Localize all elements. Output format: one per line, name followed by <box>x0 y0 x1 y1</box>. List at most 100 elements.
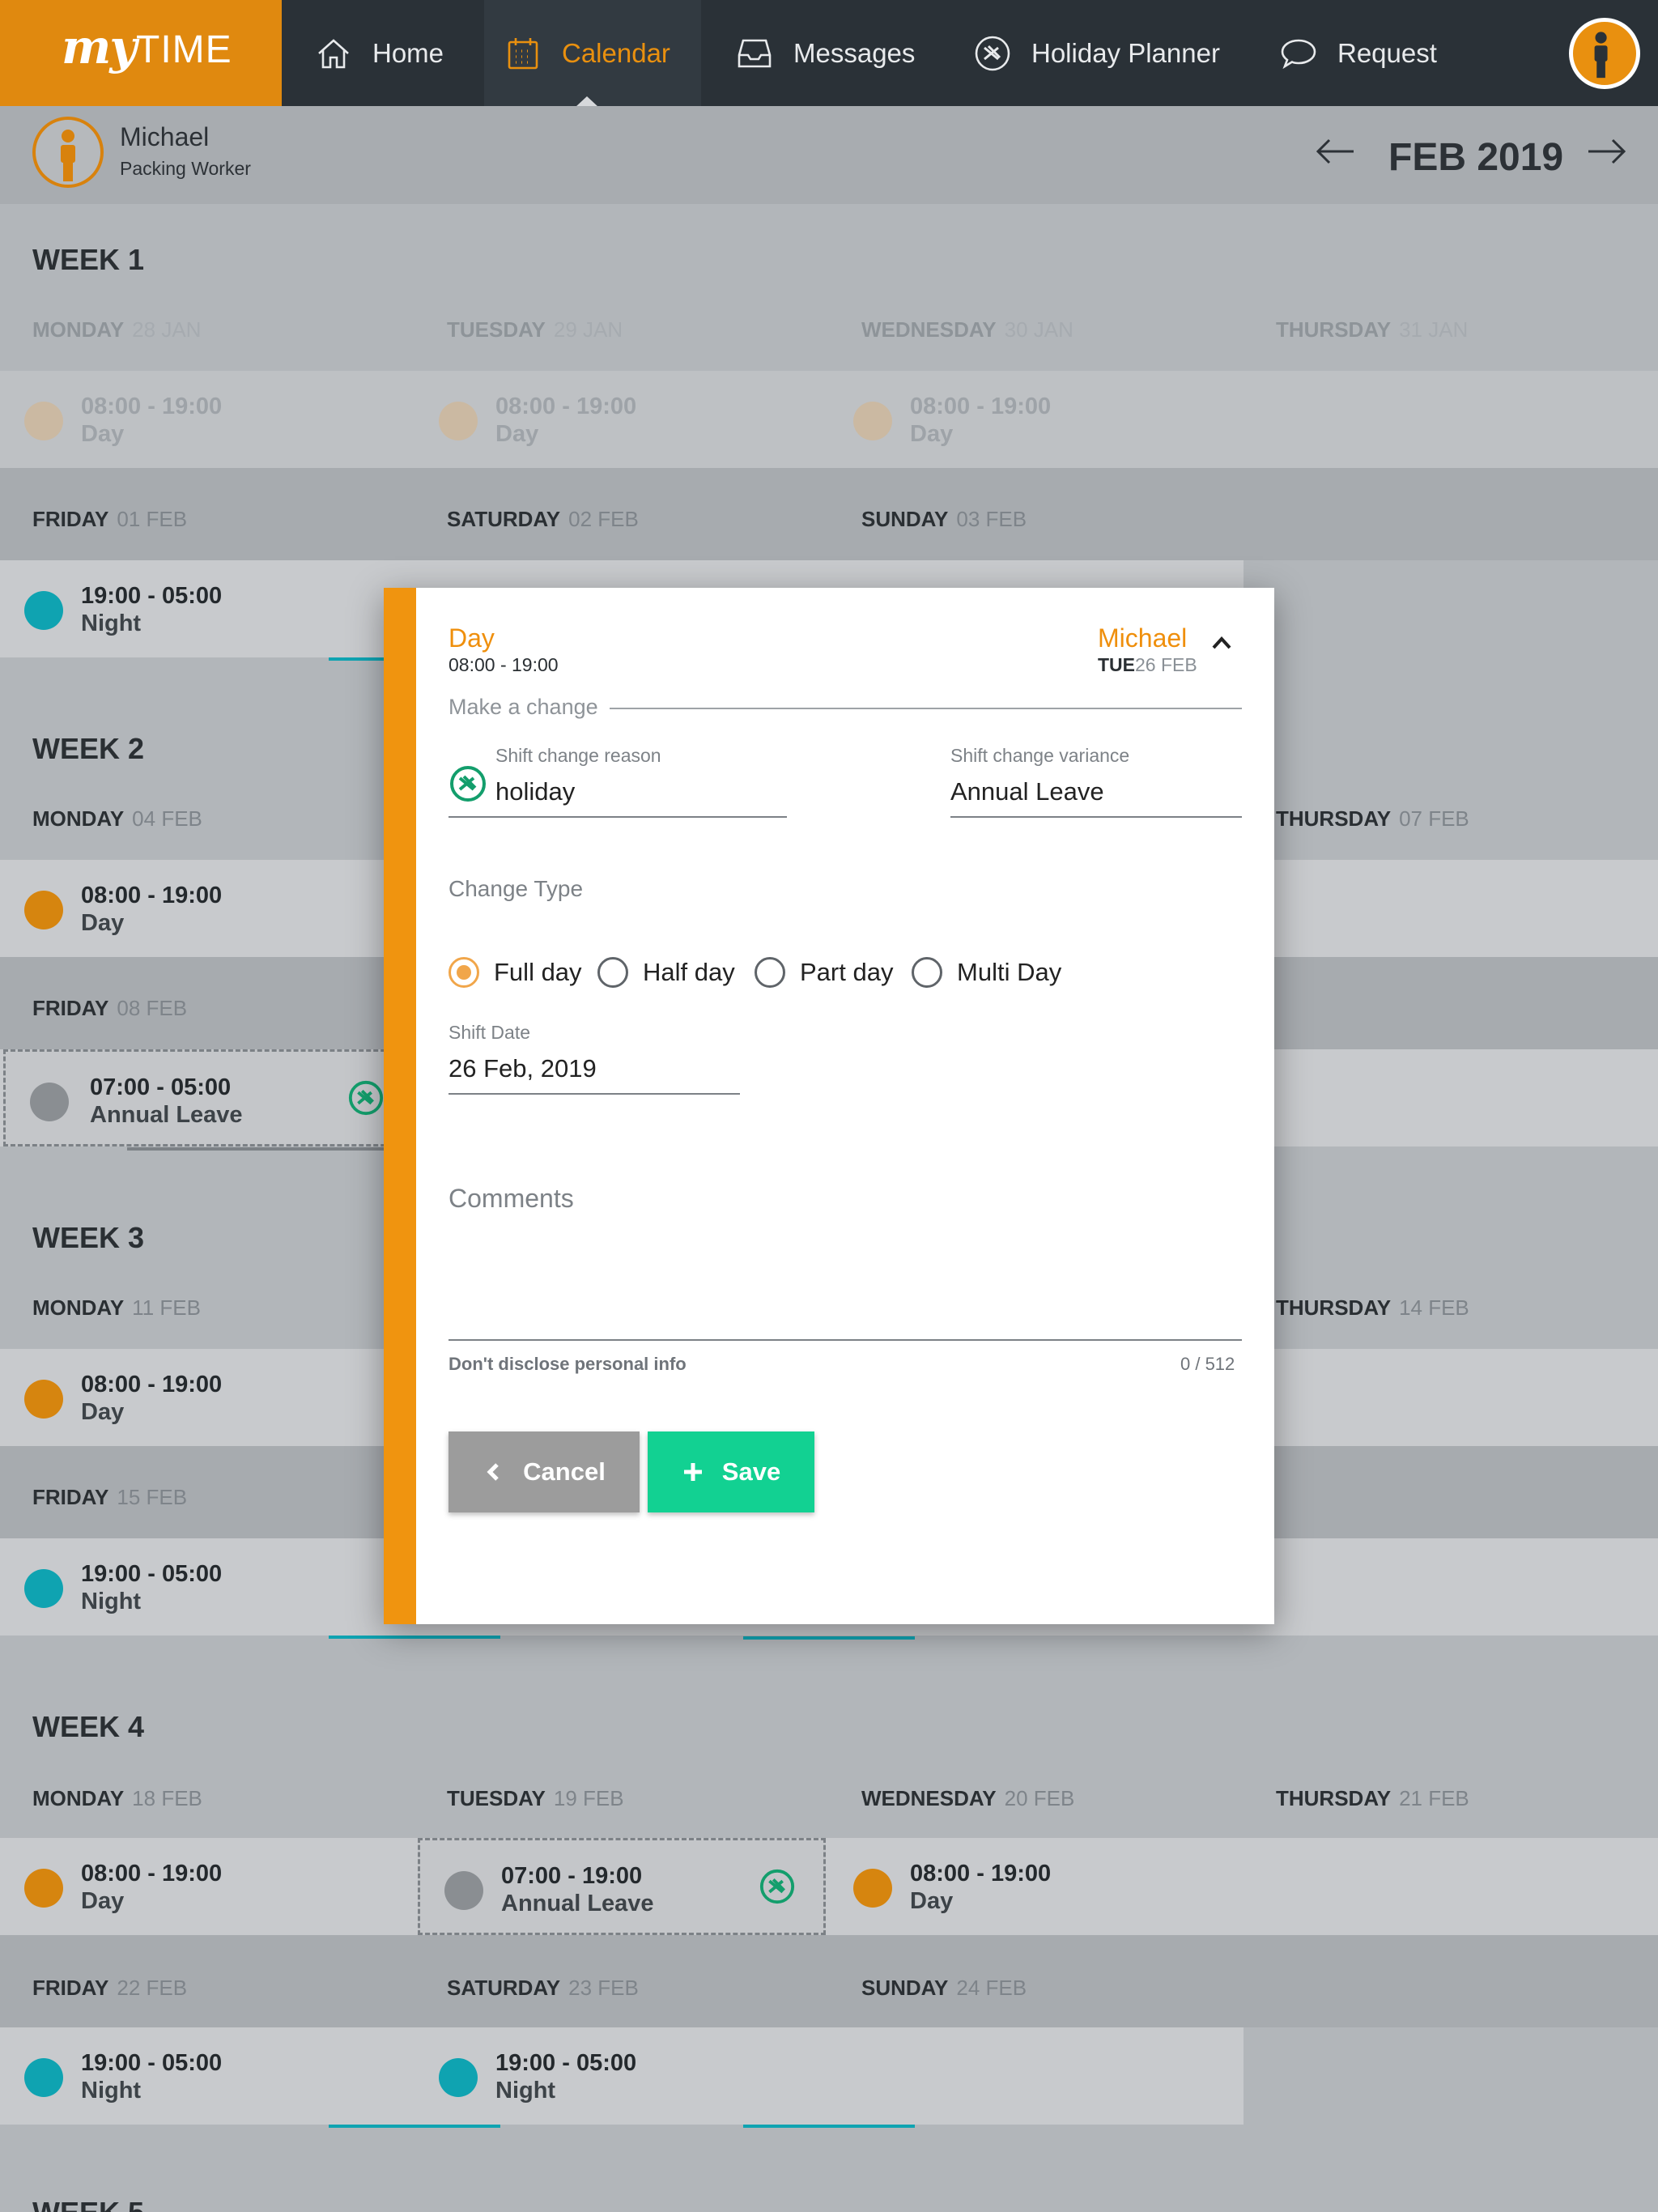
nav-calendar-label: Calendar <box>562 37 670 68</box>
day-label: FRIDAY 22 FEB <box>32 1976 188 2000</box>
save-button[interactable]: Save <box>648 1431 814 1512</box>
shift-dot <box>24 891 63 929</box>
variance-label: Shift change variance <box>950 745 1130 766</box>
radio-multi-day[interactable]: Multi Day <box>912 957 1061 988</box>
nav-request[interactable]: Request <box>1279 0 1437 106</box>
profile-avatar[interactable] <box>1569 18 1640 89</box>
shift-card[interactable]: 08:00 - 19:00 Day <box>829 371 1244 471</box>
shift-time: 19:00 - 05:00 <box>81 583 223 609</box>
user-bar: Michael Packing Worker FEB 2019 <box>0 106 1658 204</box>
plus-icon <box>683 1463 702 1481</box>
cancel-button[interactable]: Cancel <box>449 1431 640 1512</box>
day-label: FRIDAY 01 FEB <box>32 507 188 531</box>
day-label: THURSDAY 14 FEB <box>1276 1295 1469 1320</box>
radio-part-day[interactable]: Part day <box>755 957 893 988</box>
shift-kind: Night <box>81 610 142 636</box>
shift-card-leave[interactable]: 07:00 - 05:00 Annual Leave <box>3 1049 414 1151</box>
shift-kind: Day <box>910 1888 954 1914</box>
radio-ring <box>597 957 628 988</box>
logo-time: TIME <box>136 28 232 71</box>
day-label: SUNDAY 03 FEB <box>861 507 1027 531</box>
day-label: FRIDAY 15 FEB <box>32 1485 188 1509</box>
nav-home[interactable]: Home <box>314 0 444 106</box>
nav-calendar[interactable]: Calendar <box>484 0 701 106</box>
shift-kind: Day <box>81 1888 125 1914</box>
variance-field[interactable]: Annual Leave <box>950 777 1104 806</box>
shift-time: 08:00 - 19:00 <box>81 1372 223 1397</box>
user-role: Packing Worker <box>120 158 251 179</box>
shift-card[interactable]: 08:00 - 19:00 Day <box>0 371 414 471</box>
day-label: WEDNESDAY 20 FEB <box>861 1786 1075 1810</box>
collapse-button[interactable] <box>1209 633 1234 653</box>
plane-icon <box>759 1869 795 1904</box>
nav-messages-label: Messages <box>793 37 916 68</box>
shift-card[interactable]: 08:00 - 19:00 Day <box>829 1838 1244 1938</box>
comments-underline <box>449 1339 1242 1341</box>
shift-time: 08:00 - 19:00 <box>910 393 1052 419</box>
shift-kind: Day <box>81 910 125 936</box>
shift-card[interactable]: 08:00 - 19:00 Day <box>0 1349 414 1449</box>
shift-time: 08:00 - 19:00 <box>495 393 637 419</box>
chevron-left-icon <box>487 1463 499 1481</box>
shift-dot <box>439 402 478 440</box>
shift-dot <box>24 1380 63 1419</box>
shift-kind: Day <box>910 421 954 447</box>
radio-half-day[interactable]: Half day <box>597 957 735 988</box>
day-label: SUNDAY 24 FEB <box>861 1976 1027 2000</box>
day-label: MONDAY 11 FEB <box>32 1295 201 1320</box>
radio-label: Half day <box>643 958 735 986</box>
shift-kind: Day <box>495 421 539 447</box>
section-title: Make a change <box>449 695 610 720</box>
week-title: WEEK 4 <box>32 1710 145 1743</box>
next-month-button[interactable] <box>1585 135 1627 168</box>
shift-dot <box>853 402 892 440</box>
shift-card[interactable]: 19:00 - 05:00 Night <box>414 2027 829 2128</box>
current-month: FEB 2019 <box>1388 136 1564 179</box>
shift-card-leave[interactable]: 07:00 - 19:00 Annual Leave <box>418 1838 826 1941</box>
calendar-icon <box>508 37 538 69</box>
shift-kind: Annual Leave <box>90 1102 243 1128</box>
shift-kind: Night <box>81 1589 142 1614</box>
reason-field[interactable]: holiday <box>495 777 575 806</box>
shift-card[interactable]: 19:00 - 05:00 Night <box>0 560 414 661</box>
day-label: SATURDAY 23 FEB <box>447 1976 639 2000</box>
shift-dot <box>24 591 63 630</box>
shift-time: 07:00 - 19:00 <box>501 1863 643 1889</box>
app-logo[interactable]: my TIME <box>0 0 282 106</box>
shift-date-underline <box>449 1093 740 1095</box>
shift-date-field[interactable]: 26 Feb, 2019 <box>449 1054 597 1083</box>
shift-time: 19:00 - 05:00 <box>81 2050 223 2076</box>
shift-time: 08:00 - 19:00 <box>81 1861 223 1887</box>
radio-ring <box>755 957 785 988</box>
shift-card[interactable]: 08:00 - 19:00 Day <box>0 860 414 960</box>
shift-dot <box>439 2058 478 2097</box>
cancel-label: Cancel <box>523 1457 606 1486</box>
radio-full-day[interactable]: Full day <box>449 957 582 988</box>
nav-home-label: Home <box>372 37 444 68</box>
shift-dot <box>30 1083 69 1121</box>
change-type-label: Change Type <box>449 876 584 901</box>
week-title: WEEK 2 <box>32 732 145 765</box>
comments-textarea[interactable]: Comments <box>449 1184 574 1214</box>
radio-ring <box>449 957 479 988</box>
speech-bubble-icon <box>1281 39 1316 69</box>
day-label: TUESDAY 19 FEB <box>447 1786 624 1810</box>
nav-holiday-planner[interactable]: Holiday Planner <box>973 0 1220 106</box>
shift-card[interactable]: 19:00 - 05:00 Night <box>0 1538 500 1639</box>
shift-time: 08:00 - 19:00 <box>81 393 223 419</box>
shift-card[interactable]: 08:00 - 19:00 Day <box>0 1838 414 1938</box>
day-label: FRIDAY 08 FEB <box>32 996 188 1020</box>
day-label-band <box>0 1935 1658 2027</box>
reason-label: Shift change reason <box>495 745 661 766</box>
shift-card[interactable]: 08:00 - 19:00 Day <box>414 371 829 471</box>
shift-change-dialog: Day 08:00 - 19:00 Michael TUE26 FEB Make… <box>384 588 1274 1624</box>
shift-underline <box>329 1636 500 1639</box>
week-title: WEEK 3 <box>32 1221 145 1254</box>
nav-holiday-planner-label: Holiday Planner <box>1031 37 1220 68</box>
shift-date-label: Shift Date <box>449 1022 530 1043</box>
person-icon <box>61 130 75 181</box>
nav-messages[interactable]: Messages <box>735 0 915 106</box>
shift-kind: Night <box>81 2078 142 2104</box>
previous-month-button[interactable] <box>1315 135 1357 168</box>
shift-card[interactable]: 19:00 - 05:00 Night <box>0 2027 414 2128</box>
